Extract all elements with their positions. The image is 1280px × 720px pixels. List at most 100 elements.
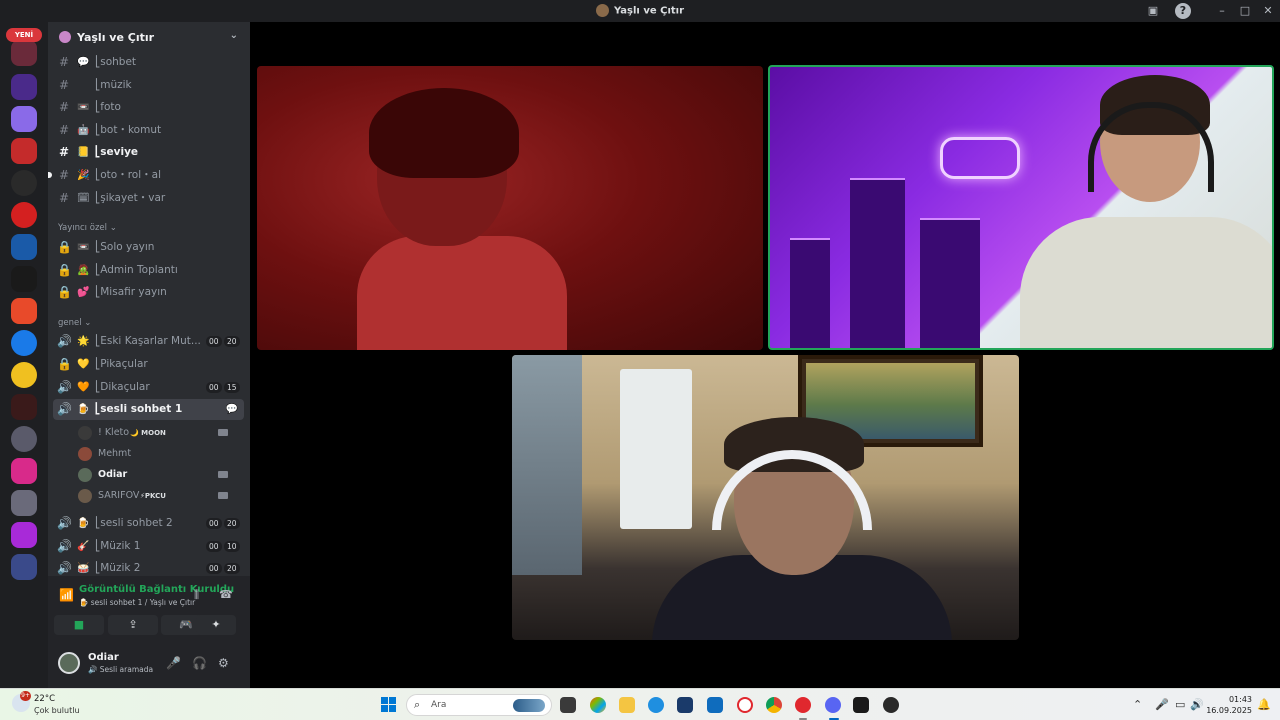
server-icon[interactable] — [11, 106, 37, 132]
voice-channel-sesli-sohbet-1[interactable]: 🔊 🍺 ⎣sesli sohbet 1 💬 — [53, 399, 244, 420]
start-button[interactable] — [381, 697, 397, 713]
task-view-icon[interactable] — [560, 697, 576, 713]
video-tile[interactable] — [512, 355, 1019, 640]
server-icon[interactable] — [11, 266, 37, 292]
channel-admin-toplanti[interactable]: 🔒 🧟 ⎣Admin Toplantı — [53, 260, 244, 281]
guild-header[interactable]: Yaşlı ve Çıtır ⌄ — [48, 22, 250, 52]
signal-icon[interactable]: 📶 — [59, 588, 74, 602]
server-icon[interactable] — [11, 458, 37, 484]
maximize-button[interactable]: □ — [1237, 3, 1253, 19]
server-icon[interactable] — [11, 298, 37, 324]
app-icon[interactable] — [883, 697, 899, 713]
channel-muzik[interactable]: # ⎣müzik — [53, 75, 244, 96]
store-icon[interactable] — [677, 697, 693, 713]
voice-user-mehmt[interactable]: Mehmt — [75, 444, 240, 464]
channel-bot-komut[interactable]: # 🤖 ⎣bot・komut — [53, 120, 244, 141]
volume-icon[interactable]: 🔊 — [1190, 698, 1204, 711]
server-icon[interactable] — [11, 138, 37, 164]
screen-share-button[interactable]: ⇪ — [108, 615, 158, 635]
chevron-up-icon[interactable]: ⌃ — [1133, 698, 1142, 711]
connection-location[interactable]: 🍺 sesli sohbet 1 / Yaşlı ve Çıtır — [79, 598, 195, 607]
unread-indicator — [48, 172, 52, 178]
inbox-icon[interactable]: ▣ — [1145, 3, 1161, 19]
chevron-down-icon[interactable]: ⌄ — [230, 30, 238, 41]
chrome-icon[interactable] — [766, 697, 782, 713]
server-icon[interactable] — [11, 490, 37, 516]
server-icon[interactable] — [11, 426, 37, 452]
server-icon[interactable] — [11, 40, 37, 66]
voice-channel-muzik-1[interactable]: 🔊 🎸 ⎣Müzik 1 00 10 — [53, 536, 244, 557]
voice-channel-dikaculer[interactable]: 🔊 🧡 ⎣Dikaçular 00 15 — [53, 377, 244, 398]
new-badge: YENİ — [6, 28, 42, 42]
weather-temperature[interactable]: 22°C — [34, 694, 55, 704]
connection-status[interactable]: Görüntülü Bağlantı Kuruldu — [79, 584, 234, 595]
lock-icon: 🔒 — [57, 357, 72, 371]
server-icon[interactable] — [11, 330, 37, 356]
file-explorer-icon[interactable] — [619, 697, 635, 713]
help-icon[interactable]: ? — [1175, 3, 1191, 19]
avatar[interactable] — [58, 652, 80, 674]
camera-button[interactable]: ■ — [54, 615, 104, 635]
server-icon[interactable] — [11, 74, 37, 100]
channel-misafir-yayin[interactable]: 🔒 💕 ⎣Misafir yayın — [53, 282, 244, 303]
window-title: Yaşlı ve Çıtır — [0, 4, 1280, 17]
user-count: 00 — [206, 541, 222, 552]
server-icon[interactable] — [11, 234, 37, 260]
voice-channel-pikaculer[interactable]: 🔒 💛 ⎣Pikaçular — [53, 354, 244, 375]
microphone-icon[interactable]: 🎤 — [166, 656, 181, 670]
server-icon[interactable] — [11, 170, 37, 196]
server-icon[interactable] — [11, 362, 37, 388]
copilot-icon[interactable] — [590, 697, 606, 713]
soundboard-button[interactable]: ✦ — [196, 615, 236, 635]
channel-foto[interactable]: # 📼 ⎣foto — [53, 97, 244, 118]
taskbar-search[interactable]: ⌕ Ara — [406, 694, 552, 716]
disconnect-icon[interactable]: ☎ — [219, 588, 233, 601]
channel-sohbet[interactable]: # 💬 ⎣sohbet — [53, 52, 244, 73]
camera-icon — [218, 471, 228, 478]
voice-user-odiar[interactable]: Odiar — [75, 465, 240, 485]
category-genel[interactable]: genel ⌄ — [58, 318, 91, 328]
voice-user-kleto[interactable]: ! Kleto 🌙 MOON — [75, 423, 240, 443]
user-panel-name[interactable]: Odiar — [88, 652, 119, 663]
voice-channel-eski-kasarlar[interactable]: 🔊 🌟 ⎣Eski Kaşarlar Mut... 00 20 — [53, 331, 244, 352]
chat-bubble-icon[interactable]: 💬 — [226, 399, 238, 420]
server-icon[interactable] — [11, 554, 37, 580]
video-tile[interactable] — [257, 66, 763, 350]
channel-sidebar: Yaşlı ve Çıtır ⌄ # 💬 ⎣sohbet # ⎣müzik # 📼 ⎣fo… — [48, 22, 250, 576]
minimize-button[interactable]: – — [1214, 3, 1230, 19]
close-button[interactable]: ✕ — [1260, 3, 1276, 19]
notification-icon[interactable]: 🔔 — [1257, 698, 1271, 711]
camera-icon — [218, 492, 228, 499]
channel-name: ⎣Eski Kaşarlar Mut... — [95, 335, 201, 347]
user-name: SARIFOV — [98, 490, 140, 501]
weather-description[interactable]: Çok bulutlu — [34, 706, 80, 715]
hash-icon: # — [58, 55, 70, 69]
opera-gx-icon[interactable] — [795, 697, 811, 713]
headphones-icon[interactable]: 🎧 — [192, 656, 207, 670]
video-tile-speaking[interactable] — [768, 65, 1274, 350]
network-icon[interactable]: ▭ — [1175, 698, 1185, 711]
soundboard-icon[interactable]: ⫼ — [194, 588, 199, 602]
discord-icon[interactable] — [825, 697, 841, 713]
guild-avatar-icon — [595, 4, 609, 17]
channel-sikayet-var[interactable]: # 🗓 ⎣şikayet・var — [53, 188, 244, 209]
voice-channel-sesli-sohbet-2[interactable]: 🔊 🍺 ⎣sesli sohbet 2 00 20 — [53, 513, 244, 534]
channel-seviye[interactable]: # 📒 ⎣seviye — [53, 142, 244, 163]
voice-user-sarifov[interactable]: SARIFOV ⚡PKCU — [75, 486, 240, 506]
voice-channel-muzik-2[interactable]: 🔊 🥁 ⎣Müzik 2 00 20 — [53, 558, 244, 576]
channel-emoji: 🧡 — [77, 382, 90, 393]
opera-icon[interactable] — [737, 697, 753, 713]
category-yayinci-ozel[interactable]: Yayıncı özel ⌄ — [58, 223, 117, 233]
edge-icon[interactable] — [648, 697, 664, 713]
microphone-tray-icon[interactable]: 🎤 — [1155, 698, 1169, 711]
settings-gear-icon[interactable]: ⚙ — [218, 656, 229, 670]
server-icon[interactable] — [11, 522, 37, 548]
clock[interactable]: 01:43 16.09.2025 — [1206, 694, 1252, 716]
server-icon[interactable] — [11, 202, 37, 228]
outlook-icon[interactable] — [707, 697, 723, 713]
server-icon[interactable] — [11, 394, 37, 420]
app-icon[interactable] — [853, 697, 869, 713]
server-rail: YENİ — [0, 22, 48, 688]
channel-oto-rol-al[interactable]: # 🎉 ⎣oto・rol・al — [53, 165, 244, 186]
channel-solo-yayin[interactable]: 🔒 📼 ⎣Solo yayın — [53, 237, 244, 258]
